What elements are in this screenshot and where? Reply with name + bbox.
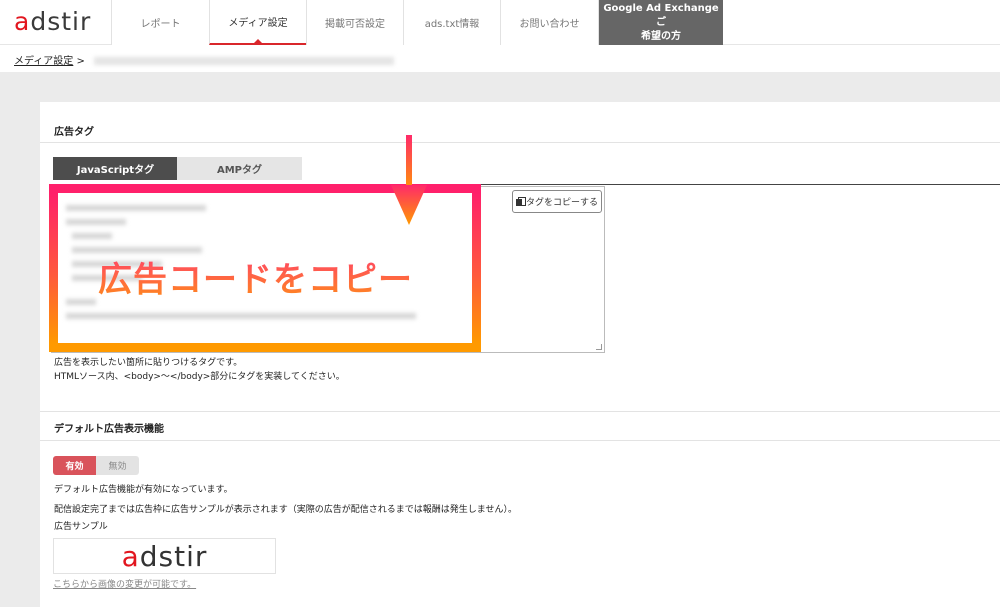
breadcrumb-separator: > [76, 56, 85, 67]
section-title-ad-tag: 広告タグ [54, 127, 94, 138]
down-arrow-icon [391, 135, 427, 225]
nav-tab-contact[interactable]: お問い合わせ [500, 0, 598, 45]
nav-tab-placement-approval[interactable]: 掲載可否設定 [306, 0, 403, 45]
nav-tab-google-adx[interactable]: Google Ad Exchangeご 希望の方 [598, 0, 723, 45]
section-title-default-ad: デフォルト広告表示機能 [54, 424, 164, 435]
nav-tab-report[interactable]: レポート [111, 0, 209, 45]
divider [40, 411, 1000, 412]
default-ad-status-text: デフォルト広告機能が有効になっています。 [54, 485, 233, 495]
toggle-disabled[interactable]: 無効 [96, 456, 139, 475]
tab-javascript-tag[interactable]: JavaScriptタグ [53, 157, 178, 180]
top-nav: adstir レポート メディア設定 掲載可否設定 ads.txt情報 お問い合… [0, 0, 1000, 45]
divider [40, 142, 1000, 143]
breadcrumb-blurred-media-name [94, 57, 395, 65]
copy-annotation-text: 広告コードをコピー [98, 252, 413, 301]
resize-grip-icon[interactable] [596, 344, 602, 350]
copy-tag-button[interactable]: タグをコピーする [512, 190, 602, 213]
ad-tag-help-text: 広告を表示したい箇所に貼りつけるタグです。 HTMLソース内、<body>～</… [54, 358, 345, 382]
ad-sample-label: 広告サンプル [54, 522, 108, 532]
default-ad-toggle: 有効 無効 [53, 456, 139, 475]
media-settings-panel: 広告タグ JavaScriptタグ AMPタグ タグをコピーする 広告コードをコ… [40, 102, 1000, 607]
toggle-enabled[interactable]: 有効 [53, 456, 96, 475]
default-ad-info-text: 配信設定完了までは広告枠に広告サンプルが表示されます（実際の広告が配信されるまで… [54, 505, 517, 515]
sample-adstir-logo: adstir [121, 539, 208, 573]
breadcrumb-link-media-settings[interactable]: メディア設定 [14, 56, 73, 67]
nav-tab-media-settings[interactable]: メディア設定 [209, 0, 306, 45]
divider [40, 440, 1000, 441]
breadcrumb: メディア設定 > [14, 52, 395, 67]
ad-sample-image: adstir [53, 538, 276, 574]
tab-amp-tag[interactable]: AMPタグ [177, 157, 302, 180]
adstir-logo[interactable]: adstir [14, 9, 91, 35]
nav-tab-ads-txt[interactable]: ads.txt情報 [403, 0, 500, 45]
copy-doc-icon [515, 197, 526, 206]
change-sample-image-link[interactable]: こちらから画像の変更が可能です。 [53, 577, 196, 590]
